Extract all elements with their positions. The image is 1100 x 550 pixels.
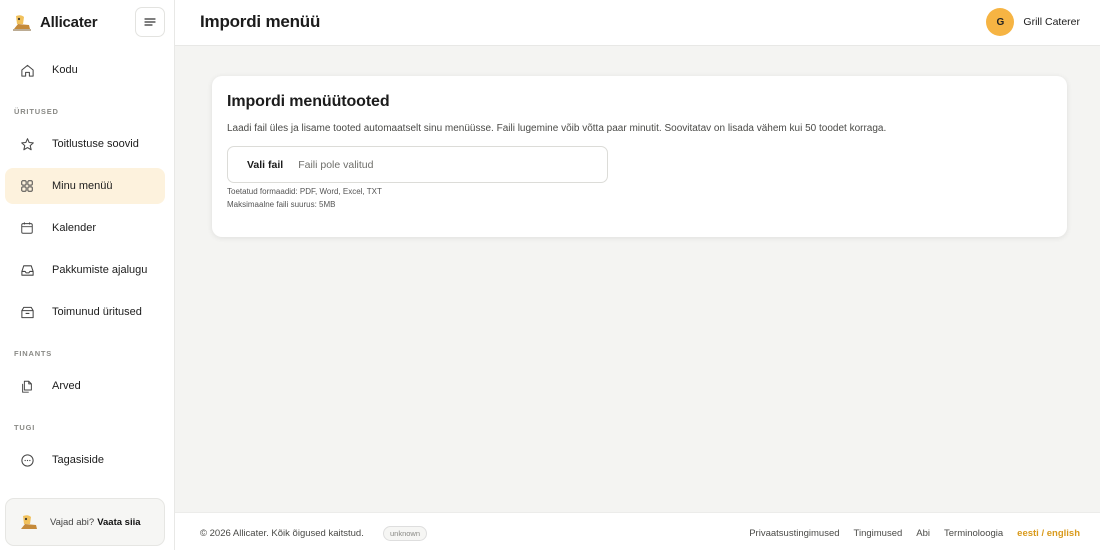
card-title: Impordi menüütooted bbox=[227, 93, 390, 110]
footer-link-terms[interactable]: Tingimused bbox=[854, 528, 903, 539]
formats-hint: Toetatud formaadid: PDF, Word, Excel, TX… bbox=[227, 187, 382, 196]
sidebar: Allicater Kodu ÜRITUSED Toitlustuse soov… bbox=[0, 0, 175, 550]
allicater-logo-icon bbox=[12, 12, 32, 32]
file-input[interactable]: Vali fail Faili pole valitud bbox=[227, 146, 608, 183]
user-name: Grill Caterer bbox=[1023, 16, 1080, 28]
documents-icon bbox=[19, 378, 35, 394]
language-switcher[interactable]: eesti / english bbox=[1017, 528, 1080, 539]
footer-links: Privaatsustingimused Tingimused Abi Term… bbox=[735, 528, 1080, 539]
card-description: Laadi fail üles ja lisame tooted automaa… bbox=[227, 123, 887, 134]
chat-icon bbox=[19, 452, 35, 468]
size-hint: Maksimaalne faili suurus: 5MB bbox=[227, 200, 336, 209]
section-label-support: TUGI bbox=[14, 423, 36, 432]
sidebar-item-label: Kodu bbox=[52, 64, 78, 76]
footer-link-help[interactable]: Abi bbox=[916, 528, 930, 539]
sidebar-item-feedback[interactable]: Tagasiside bbox=[5, 442, 165, 478]
inbox-icon bbox=[19, 262, 35, 278]
sidebar-item-label: Toimunud üritused bbox=[52, 306, 142, 318]
section-label-finance: FINANTS bbox=[14, 349, 53, 358]
sidebar-item-home[interactable]: Kodu bbox=[5, 52, 165, 88]
menu-toggle-button[interactable] bbox=[135, 7, 165, 37]
footer-link-privacy[interactable]: Privaatsustingimused bbox=[749, 528, 839, 539]
hamburger-icon bbox=[144, 18, 156, 26]
sidebar-item-label: Tagasiside bbox=[52, 454, 104, 466]
copyright: © 2026 Allicater. Kõik õigused kaitstud. bbox=[200, 528, 364, 539]
brand-name: Allicater bbox=[40, 13, 98, 31]
sidebar-item-offer-history[interactable]: Pakkumiste ajalugu bbox=[5, 252, 165, 288]
sidebar-item-label: Kalender bbox=[52, 222, 97, 234]
allicater-mascot-icon bbox=[18, 512, 40, 532]
sidebar-item-label: Pakkumiste ajalugu bbox=[52, 264, 148, 276]
sidebar-item-past-events[interactable]: Toimunud üritused bbox=[5, 294, 165, 330]
sidebar-item-my-menu[interactable]: Minu menüü bbox=[5, 168, 165, 204]
sidebar-item-invoices[interactable]: Arved bbox=[5, 368, 165, 404]
status-badge: unknown bbox=[383, 526, 428, 541]
sidebar-item-calendar[interactable]: Kalender bbox=[5, 210, 165, 246]
header: Impordi menüü G Grill Caterer bbox=[175, 0, 1100, 46]
sidebar-item-label: Arved bbox=[52, 380, 81, 392]
avatar: G bbox=[986, 8, 1015, 36]
archive-icon bbox=[19, 304, 35, 320]
choose-file-button[interactable]: Vali fail bbox=[228, 159, 298, 171]
section-label-events: ÜRITUSED bbox=[14, 107, 59, 116]
file-status: Faili pole valitud bbox=[298, 158, 374, 171]
footer: © 2026 Allicater. Kõik õigused kaitstud.… bbox=[175, 512, 1100, 550]
brand[interactable]: Allicater bbox=[12, 8, 98, 36]
sidebar-item-catering-requests[interactable]: Toitlustuse soovid bbox=[5, 126, 165, 162]
help-text: Vajad abi? bbox=[50, 516, 95, 528]
sidebar-item-label: Minu menüü bbox=[52, 180, 113, 192]
page-title: Impordi menüü bbox=[200, 12, 321, 31]
import-card: Impordi menüütooted Laadi fail üles ja l… bbox=[212, 76, 1067, 237]
calendar-icon bbox=[19, 220, 35, 236]
footer-link-terminology[interactable]: Terminoloogia bbox=[944, 528, 1003, 539]
user-menu[interactable]: G Grill Caterer bbox=[986, 7, 1080, 37]
star-icon bbox=[19, 136, 35, 152]
home-icon bbox=[19, 62, 35, 78]
grid-icon bbox=[19, 178, 35, 194]
help-link[interactable]: Vaata siia bbox=[97, 517, 140, 528]
help-box[interactable]: Vajad abi? Vaata siia bbox=[5, 498, 165, 546]
sidebar-item-label: Toitlustuse soovid bbox=[52, 138, 139, 150]
